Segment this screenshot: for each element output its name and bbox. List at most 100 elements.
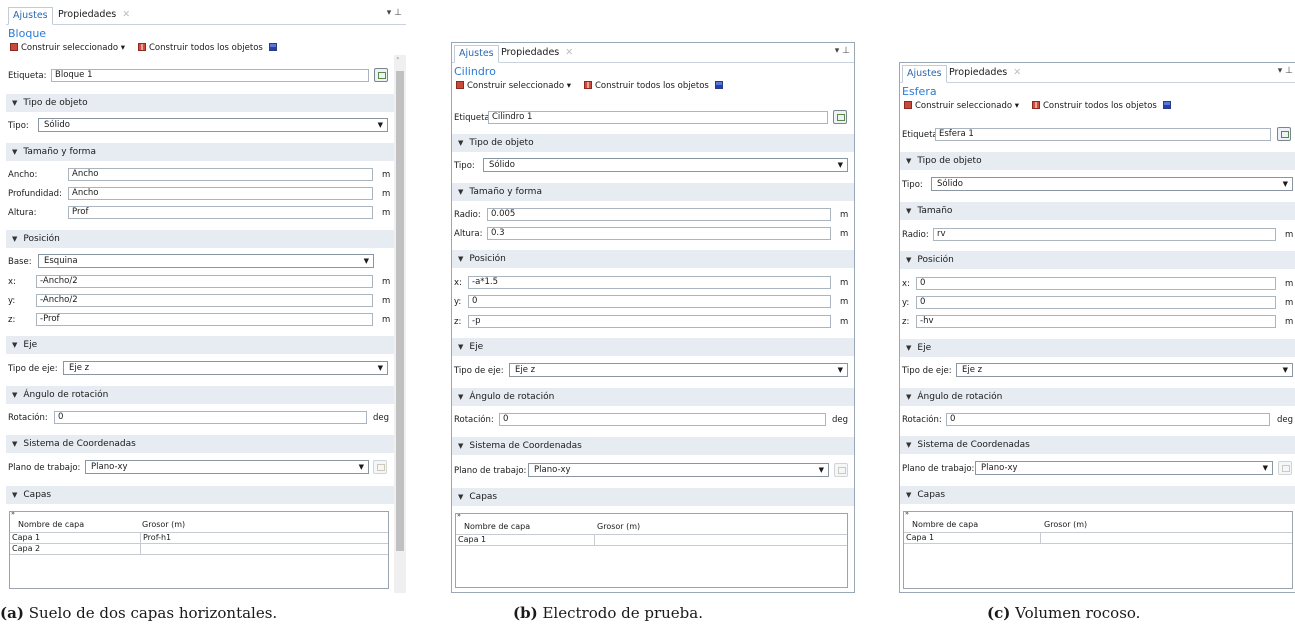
build-selected-button[interactable]: Construir seleccionado ▾ bbox=[456, 79, 571, 93]
width-input[interactable]: Ancho bbox=[68, 168, 373, 181]
rotation-input[interactable]: 0 bbox=[54, 411, 367, 424]
col-header-thickness[interactable]: Grosor (m) bbox=[1044, 520, 1087, 529]
rotation-input[interactable]: 0 bbox=[946, 413, 1270, 426]
col-header-thickness[interactable]: Grosor (m) bbox=[142, 520, 185, 529]
label-row: Etiqueta: Esfera 1 bbox=[900, 127, 1295, 143]
section-position[interactable]: ▼ Posición bbox=[6, 230, 406, 248]
build-all-button[interactable]: Construir todos los objetos bbox=[138, 41, 263, 55]
rotation-caption: Rotación: bbox=[902, 415, 942, 425]
tab-propiedades[interactable]: Propiedades ✕ bbox=[497, 45, 577, 61]
section-layers[interactable]: ▼ Capas bbox=[6, 486, 406, 504]
section-position[interactable]: ▼ Posición bbox=[900, 251, 1295, 269]
section-coordinates[interactable]: ▼ Sistema de Coordenadas bbox=[900, 436, 1295, 454]
unit-label: m bbox=[840, 210, 849, 220]
x-input[interactable]: 0 bbox=[916, 277, 1276, 290]
height-input[interactable]: 0.3 bbox=[487, 227, 831, 240]
z-input[interactable]: -p bbox=[468, 315, 831, 328]
model-icon[interactable] bbox=[269, 41, 280, 55]
section-size-shape[interactable]: ▼ Tamaño y forma bbox=[452, 183, 854, 201]
label-input[interactable]: Esfera 1 bbox=[935, 128, 1271, 141]
rotation-input[interactable]: 0 bbox=[499, 413, 826, 426]
caption-c: (c) Volumen rocoso. bbox=[987, 604, 1141, 622]
plane-select[interactable]: Plano-xy ▼ bbox=[528, 463, 829, 477]
model-icon[interactable] bbox=[1163, 99, 1174, 113]
base-select[interactable]: Esquina ▼ bbox=[38, 254, 374, 268]
close-icon[interactable]: ✕ bbox=[1013, 67, 1021, 78]
build-selected-button[interactable]: Construir seleccionado ▾ bbox=[904, 99, 1019, 113]
section-object-type[interactable]: ▼ Tipo de objeto bbox=[452, 134, 854, 152]
label-input[interactable]: Cilindro 1 bbox=[488, 111, 828, 124]
col-header-thickness[interactable]: Grosor (m) bbox=[597, 522, 640, 531]
tab-ajustes[interactable]: Ajustes bbox=[902, 65, 947, 83]
type-select[interactable]: Sólido ▼ bbox=[483, 158, 848, 172]
scrollbar[interactable]: ˄ bbox=[394, 55, 406, 593]
close-icon[interactable]: ✕ bbox=[565, 47, 573, 58]
section-layers[interactable]: ▼ Capas bbox=[452, 488, 854, 506]
build-all-button[interactable]: Construir todos los objetos bbox=[584, 79, 709, 93]
section-axis[interactable]: ▼ Eje bbox=[900, 339, 1295, 357]
section-rotation[interactable]: ▼ Ángulo de rotación bbox=[900, 388, 1295, 406]
model-icon[interactable] bbox=[715, 79, 726, 93]
z-input[interactable]: -Prof bbox=[36, 313, 373, 326]
section-coordinates[interactable]: ▼ Sistema de Coordenadas bbox=[452, 437, 854, 455]
col-header-name[interactable]: » Nombre de capa bbox=[10, 509, 140, 533]
height-input[interactable]: Prof bbox=[68, 206, 373, 219]
label-edit-icon[interactable] bbox=[1277, 127, 1291, 141]
axis-select[interactable]: Eje z ▼ bbox=[509, 363, 848, 377]
layers-table[interactable]: » Nombre de capa Grosor (m) Capa 1 bbox=[903, 509, 1293, 589]
layers-table[interactable]: » Nombre de capa Grosor (m) Capa 1 bbox=[455, 511, 848, 588]
section-size[interactable]: ▼ Tamaño bbox=[900, 202, 1295, 220]
layers-table[interactable]: » Nombre de capa Grosor (m) Capa 1 Prof-h… bbox=[9, 509, 389, 589]
axis-select[interactable]: Eje z ▼ bbox=[956, 363, 1293, 377]
section-rotation[interactable]: ▼ Ángulo de rotación bbox=[6, 386, 406, 404]
y-input[interactable]: -Ancho/2 bbox=[36, 294, 373, 307]
pin-icon[interactable]: ▾ ⊥ bbox=[1278, 66, 1293, 76]
col-header-name[interactable]: » Nombre de capa bbox=[456, 511, 586, 535]
tab-ajustes[interactable]: Ajustes bbox=[8, 7, 53, 25]
label-edit-icon[interactable] bbox=[833, 110, 847, 124]
pin-icon[interactable]: ▾ ⊥ bbox=[387, 8, 402, 18]
plane-settings-icon[interactable] bbox=[373, 460, 387, 474]
axis-select[interactable]: Eje z ▼ bbox=[63, 361, 388, 375]
z-caption: z: bbox=[454, 317, 462, 327]
section-object-type[interactable]: ▼ Tipo de objeto bbox=[6, 94, 406, 112]
size-row: Radio: rv m bbox=[900, 227, 1295, 243]
section-object-type[interactable]: ▼ Tipo de objeto bbox=[900, 152, 1295, 170]
depth-input[interactable]: Ancho bbox=[68, 187, 373, 200]
type-row: Tipo: Sólido ▼ bbox=[6, 118, 406, 134]
x-input[interactable]: -a*1.5 bbox=[468, 276, 831, 289]
plane-settings-icon[interactable] bbox=[1278, 461, 1292, 475]
section-layers[interactable]: ▼ Capas bbox=[900, 486, 1295, 504]
type-select[interactable]: Sólido ▼ bbox=[931, 177, 1293, 191]
label-edit-icon[interactable] bbox=[374, 68, 388, 82]
section-axis[interactable]: ▼ Eje bbox=[6, 336, 406, 354]
type-select[interactable]: Sólido ▼ bbox=[38, 118, 388, 132]
size-row: Radio: 0.005 m bbox=[452, 207, 854, 223]
section-rotation[interactable]: ▼ Ángulo de rotación bbox=[452, 388, 854, 406]
label-input[interactable]: Bloque 1 bbox=[51, 69, 369, 82]
section-coordinates[interactable]: ▼ Sistema de Coordenadas bbox=[6, 435, 406, 453]
section-size-shape[interactable]: ▼ Tamaño y forma bbox=[6, 143, 406, 161]
build-toolbar: Construir seleccionado ▾ Construir todos… bbox=[900, 99, 1295, 113]
section-position[interactable]: ▼ Posición bbox=[452, 250, 854, 268]
tab-ajustes[interactable]: Ajustes bbox=[454, 45, 499, 63]
build-all-button[interactable]: Construir todos los objetos bbox=[1032, 99, 1157, 113]
plane-settings-icon[interactable] bbox=[834, 463, 848, 477]
tab-propiedades[interactable]: Propiedades ✕ bbox=[945, 65, 1025, 81]
col-header-name[interactable]: » Nombre de capa bbox=[904, 509, 1034, 533]
section-axis[interactable]: ▼ Eje bbox=[452, 338, 854, 356]
close-icon[interactable]: ✕ bbox=[122, 9, 130, 20]
x-input[interactable]: -Ancho/2 bbox=[36, 275, 373, 288]
radius-input[interactable]: rv bbox=[933, 228, 1276, 241]
y-input[interactable]: 0 bbox=[468, 295, 831, 308]
plane-select[interactable]: Plano-xy ▼ bbox=[975, 461, 1273, 475]
plane-select[interactable]: Plano-xy ▼ bbox=[85, 460, 369, 474]
y-input[interactable]: 0 bbox=[916, 296, 1276, 309]
scrollbar-thumb[interactable] bbox=[396, 71, 404, 551]
radius-input[interactable]: 0.005 bbox=[487, 208, 831, 221]
pin-icon[interactable]: ▾ ⊥ bbox=[835, 46, 850, 56]
build-selected-button[interactable]: Construir seleccionado ▾ bbox=[10, 41, 125, 55]
pos-row: y: 0 m bbox=[900, 295, 1295, 311]
z-input[interactable]: -hv bbox=[916, 315, 1276, 328]
tab-propiedades[interactable]: Propiedades ✕ bbox=[54, 7, 134, 23]
